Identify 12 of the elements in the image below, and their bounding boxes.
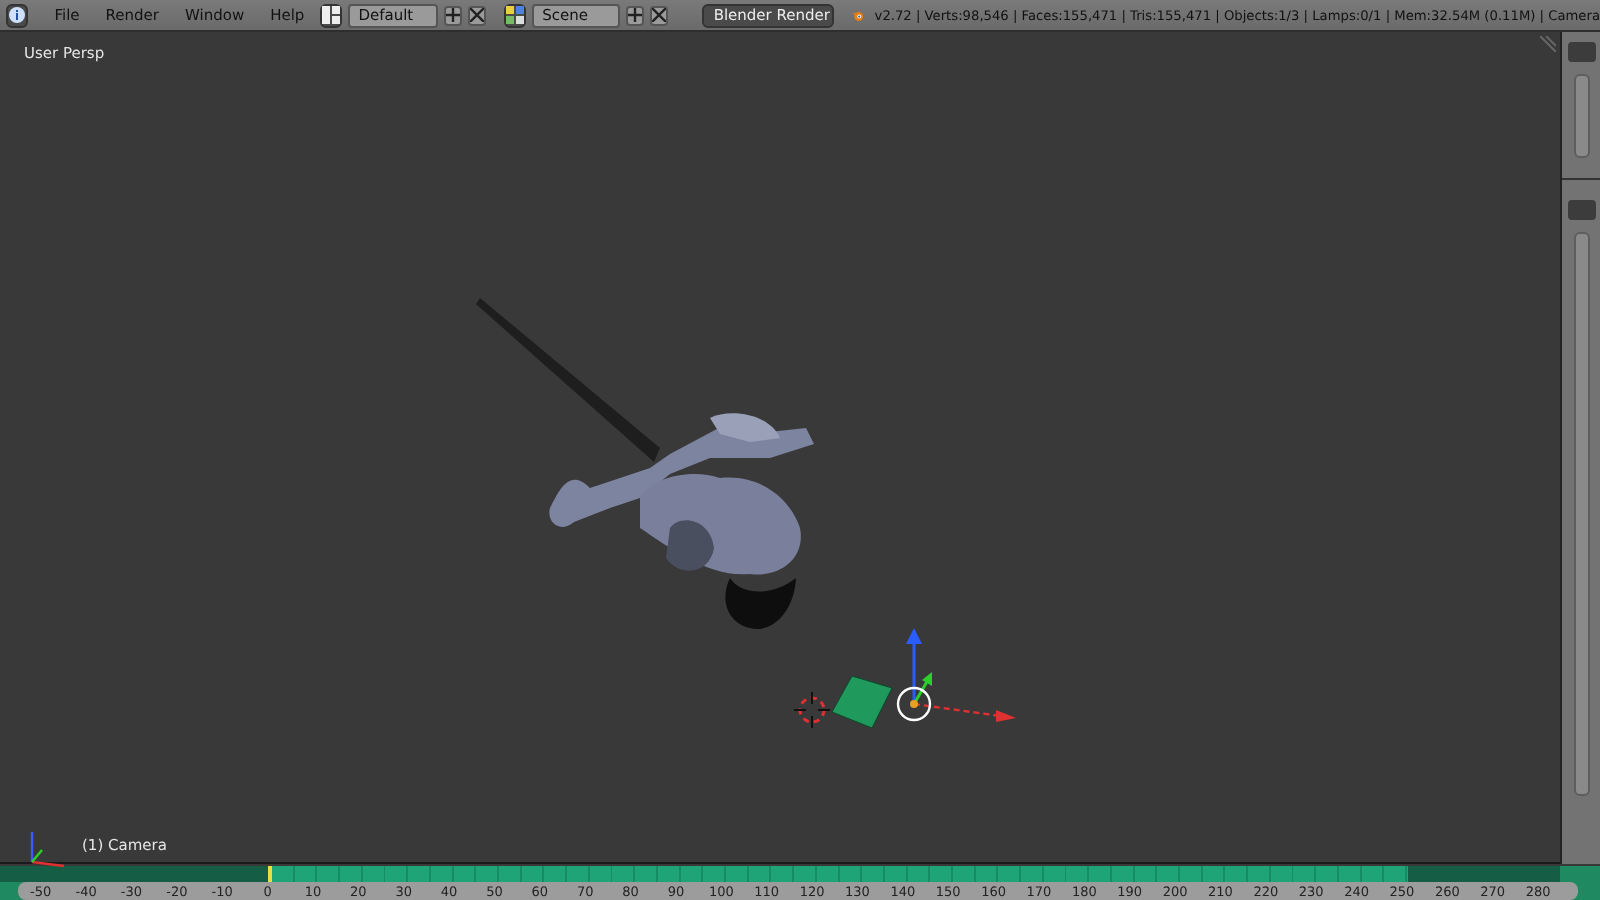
add-icon[interactable]	[443, 5, 462, 25]
add-icon[interactable]	[625, 5, 644, 25]
info-icon[interactable]	[6, 3, 28, 27]
3d-cursor-icon	[794, 692, 830, 728]
camera-drawing	[832, 676, 892, 728]
scrollbar[interactable]	[1573, 232, 1589, 796]
close-icon[interactable]	[467, 5, 486, 25]
scene-icon[interactable]	[504, 3, 527, 27]
layout-icon[interactable]	[320, 3, 343, 27]
close-icon[interactable]	[649, 5, 668, 25]
scrollbar[interactable]	[1573, 74, 1589, 158]
corner-grip-icon[interactable]	[1540, 36, 1556, 52]
